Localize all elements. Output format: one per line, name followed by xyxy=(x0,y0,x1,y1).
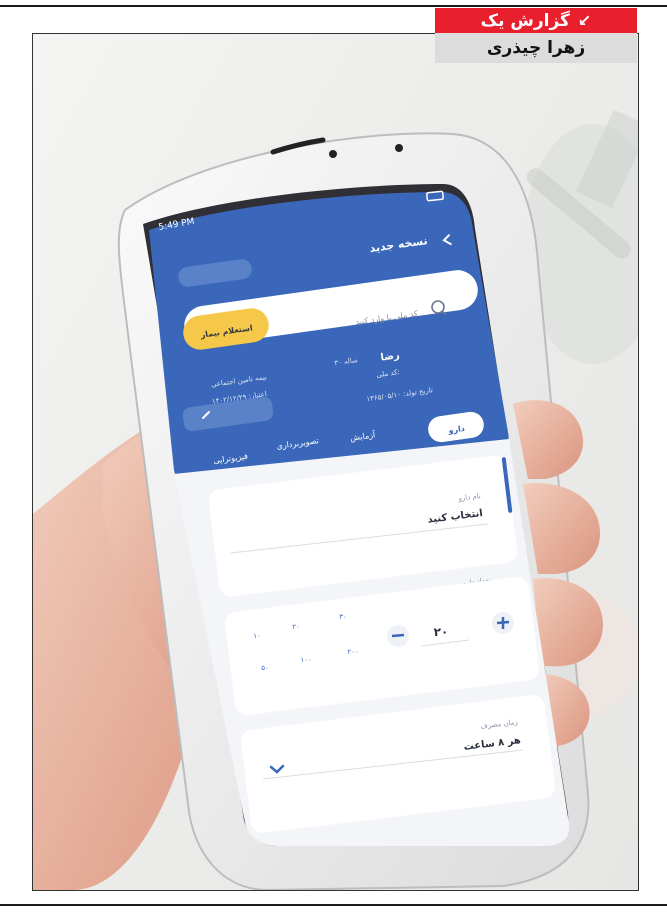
bottom-rule xyxy=(0,904,667,906)
top-rule xyxy=(0,5,667,7)
author-badge: زهرا چیذری xyxy=(435,33,637,63)
preset-10[interactable]: ۱۰ xyxy=(253,632,261,640)
author-text: زهرا چیذری xyxy=(486,38,586,58)
category-text: گزارش یک xyxy=(480,10,570,31)
preset-30[interactable]: ۳۰ xyxy=(339,613,347,621)
preset-50[interactable]: ۵۰ xyxy=(261,664,269,672)
article-label: ↙ گزارش یک زهرا چیذری xyxy=(435,8,637,63)
category-arrow-icon: ↙ xyxy=(577,10,592,30)
photo-frame: 5:49 PM نسخه جدید کد ملی یا وارد کنید اس… xyxy=(32,33,639,891)
category-badge: ↙ گزارش یک xyxy=(435,8,637,33)
preset-200[interactable]: ۲۰۰ xyxy=(347,648,358,656)
minus-icon xyxy=(391,633,405,638)
preset-20[interactable]: ۲۰ xyxy=(292,623,300,631)
phone-screen-ui: 5:49 PM نسخه جدید کد ملی یا وارد کنید اس… xyxy=(149,190,570,846)
preset-100[interactable]: ۱۰۰ xyxy=(300,656,311,664)
count-value[interactable]: ۲۰ xyxy=(434,625,449,639)
